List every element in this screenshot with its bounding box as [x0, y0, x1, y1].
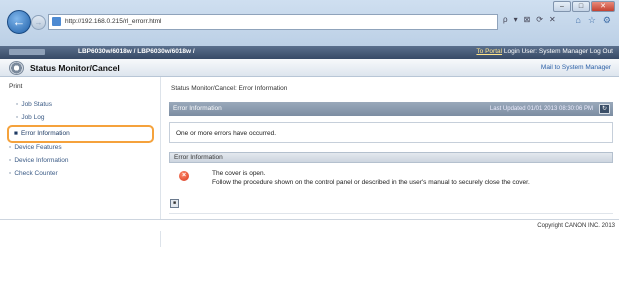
bullet-icon: ▫: [9, 144, 12, 151]
refresh-icon[interactable]: ⟳: [536, 15, 543, 24]
sidebar-item-error-information[interactable]: ■ Error Information: [7, 125, 154, 143]
window-controls: – □ ✕: [552, 1, 615, 12]
bullet-icon: ■: [14, 130, 18, 137]
sidebar-item-device-information[interactable]: ▫ Device Information: [9, 157, 69, 164]
bullet-icon: ▫: [9, 157, 12, 164]
page-top-icon[interactable]: ■: [170, 199, 179, 208]
brand-logo: [9, 49, 45, 55]
sidebar-item-check-counter[interactable]: ▫ Check Counter: [9, 170, 58, 177]
favicon-icon: [52, 17, 61, 26]
copyright-text: Copyright CANON INC. 2013: [537, 223, 615, 229]
close-window-button[interactable]: ✕: [591, 1, 615, 12]
sidebar-item-label: Device Features: [14, 144, 62, 151]
page-title-bar: Status Monitor/Cancel Mail to System Man…: [0, 59, 619, 77]
maximize-button[interactable]: □: [572, 1, 590, 12]
sidebar-heading-print: Print: [9, 83, 23, 90]
section-title: Error Information: [173, 105, 222, 112]
settings-icon[interactable]: ⚙: [603, 15, 611, 26]
back-button[interactable]: ←: [7, 10, 31, 34]
error-summary-box: One or more errors have occurred.: [169, 122, 613, 143]
address-actions: ρ ▾ ⊠ ⟳ ✕: [503, 15, 556, 24]
sidebar-item-device-features[interactable]: ▫ Device Features: [9, 144, 62, 151]
favorites-icon[interactable]: ☆: [588, 15, 596, 26]
error-information-header: Error Information Last Updated 01/01 201…: [169, 102, 613, 116]
bullet-icon: ▫: [9, 170, 12, 177]
sidebar-item-job-log[interactable]: ▫ Job Log: [16, 114, 44, 121]
error-detail-title: The cover is open.: [212, 170, 266, 177]
portal-login-area: To Portal Login User: System Manager Log…: [476, 48, 613, 55]
breadcrumb: Status Monitor/Cancel: Error Information: [171, 85, 288, 92]
sidebar-item-label: Error Information: [20, 130, 70, 137]
to-portal-link[interactable]: To Portal: [476, 48, 502, 55]
sidebar-item-label: Job Log: [21, 114, 45, 121]
page-title: Status Monitor/Cancel: [30, 63, 120, 73]
sidebar-item-job-status[interactable]: ▫ Job Status: [16, 101, 52, 108]
home-icon[interactable]: ⌂: [575, 15, 580, 26]
device-model: LBP6030w/6018w / LBP6030w/6018w /: [78, 48, 195, 55]
content-divider: [169, 213, 613, 214]
minimize-button[interactable]: –: [553, 1, 571, 12]
browser-tool-icons: ⌂ ☆ ⚙: [575, 15, 611, 26]
error-detail-header: Error Information: [169, 152, 613, 163]
compatibility-icon[interactable]: ⊠: [524, 15, 531, 24]
sidebar-item-label: Device Information: [14, 157, 69, 164]
sidebar-item-label: Check Counter: [14, 170, 58, 177]
sidebar-item-label: Job Status: [21, 101, 53, 108]
status-monitor-icon: [9, 61, 24, 75]
mail-to-system-manager-link[interactable]: Mail to System Manager: [541, 64, 611, 71]
last-updated-text: Last Updated 01/01 2013 08:30:06 PM: [489, 106, 593, 112]
section-title: Error Information: [174, 154, 223, 161]
bullet-icon: ▫: [16, 114, 19, 121]
bullet-icon: ▫: [16, 101, 19, 108]
dropdown-icon[interactable]: ▾: [514, 15, 518, 24]
error-detail-instructions: Follow the procedure shown on the contro…: [212, 179, 530, 186]
url-text: http://192.168.0.215/rl_errorr.html: [65, 18, 162, 25]
forward-button[interactable]: →: [31, 15, 46, 30]
refresh-button[interactable]: ↻: [599, 104, 610, 114]
login-user-text[interactable]: Login User: System Manager Log Out: [504, 48, 613, 55]
address-bar[interactable]: http://192.168.0.215/rl_errorr.html: [48, 14, 498, 30]
stop-icon[interactable]: ✕: [549, 15, 556, 24]
error-summary-message: One or more errors have occurred.: [176, 130, 277, 137]
device-header-bar: LBP6030w/6018w / LBP6030w/6018w / To Por…: [0, 46, 619, 59]
search-icon[interactable]: ρ: [503, 15, 508, 24]
footer: Copyright CANON INC. 2013: [0, 219, 619, 231]
error-icon: ×: [179, 171, 189, 181]
browser-toolbar: – □ ✕ ← → http://192.168.0.215/rl_errorr…: [0, 0, 619, 47]
